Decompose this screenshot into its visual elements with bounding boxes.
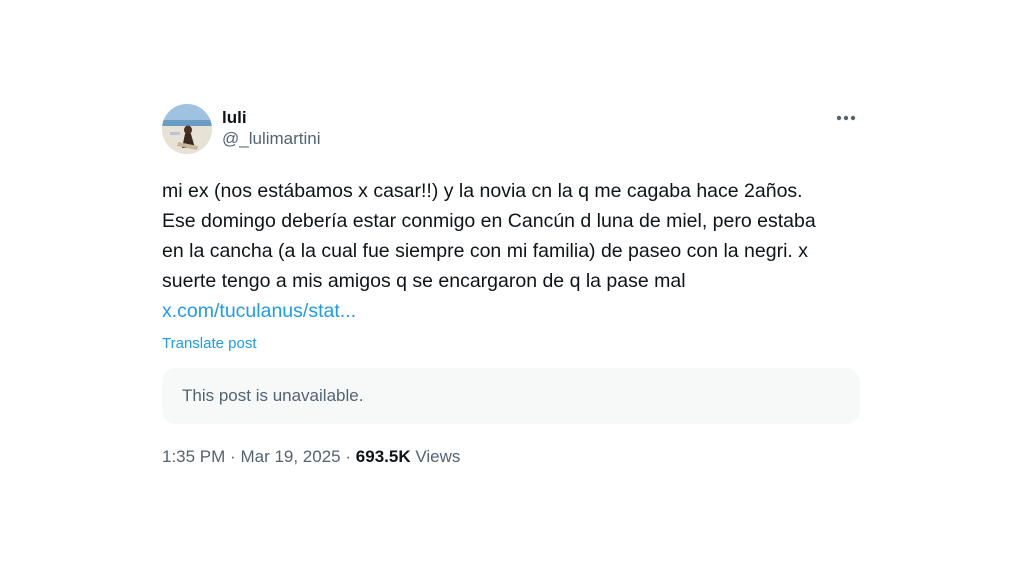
unavailable-quote-card: This post is unavailable. [162, 368, 860, 424]
more-options-button[interactable] [834, 106, 858, 130]
user-handle[interactable]: @_lulimartini [222, 128, 321, 150]
views-label: Views [415, 447, 461, 466]
post-text-line: suerte tengo a mis amigos q se encargaro… [162, 270, 686, 292]
post-time[interactable]: 1:35 PM [162, 447, 225, 466]
post-text: mi ex (nos estábamos x casar!!) y la nov… [162, 176, 860, 296]
meta-separator: · [345, 447, 352, 466]
unavailable-message: This post is unavailable. [182, 386, 364, 405]
post-text-line: Ese domingo debería estar conmigo en Can… [162, 210, 816, 232]
profile-photo-avatar [162, 104, 212, 154]
tweet-header: luli @_lulimartini [162, 104, 860, 154]
views-count[interactable]: 693.5K [356, 447, 411, 466]
post-meta: 1:35 PM · Mar 19, 2025 · 693.5K Views [162, 446, 860, 468]
post-link[interactable]: x.com/tuculanus/stat... [162, 296, 860, 326]
meta-separator: · [230, 447, 236, 466]
display-name[interactable]: luli [222, 108, 321, 128]
post-text-line: mi ex (nos estábamos x casar!!) y la nov… [162, 180, 803, 202]
more-horizontal-icon [836, 115, 856, 121]
author-names: luli @_lulimartini [222, 108, 321, 150]
translate-post-button[interactable]: Translate post [162, 334, 860, 354]
post-text-line: en la cancha (a la cual fue siempre con … [162, 240, 809, 262]
avatar[interactable] [162, 104, 212, 154]
tweet: luli @_lulimartini mi ex (nos estábamos … [162, 104, 860, 468]
post-date[interactable]: Mar 19, 2025 [240, 447, 340, 466]
